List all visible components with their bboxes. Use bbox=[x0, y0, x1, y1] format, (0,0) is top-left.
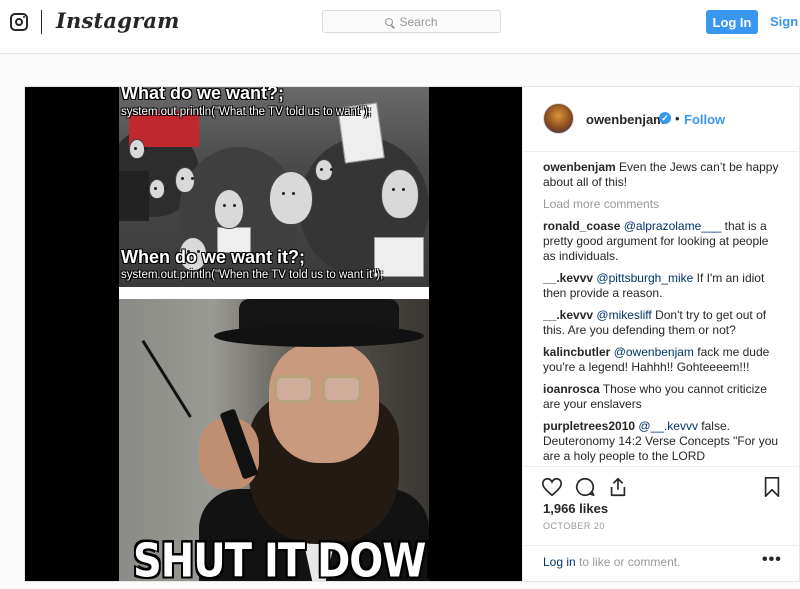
meme-line-1: What do we want?; bbox=[121, 87, 284, 103]
comment-mention[interactable]: @__.kevvv bbox=[638, 419, 698, 433]
meme-line-2: system.out.println("What the TV told us … bbox=[121, 106, 372, 118]
search-input[interactable]: Search bbox=[322, 10, 501, 33]
npc-face bbox=[214, 189, 244, 229]
comment-username[interactable]: __.kevvv bbox=[543, 308, 593, 322]
share-icon[interactable] bbox=[607, 476, 629, 498]
comment-icon[interactable] bbox=[574, 476, 596, 498]
search-placeholder: Search bbox=[399, 14, 438, 29]
meme-protest-panel: What do we want?; system.out.println("Wh… bbox=[119, 87, 429, 287]
npc-face bbox=[315, 159, 333, 181]
glasses-lens bbox=[322, 375, 362, 403]
comment-username[interactable]: ronald_coase bbox=[543, 219, 620, 233]
signup-link[interactable]: Sign bbox=[770, 14, 798, 29]
radio-antenna bbox=[141, 339, 192, 418]
comment-mention[interactable]: @owenbenjam bbox=[614, 345, 694, 359]
comment-item: __.kevvv @mikesliff Don't try to get out… bbox=[543, 308, 783, 338]
load-more-comments[interactable]: Load more comments bbox=[543, 197, 783, 212]
search-icon bbox=[385, 17, 394, 26]
post-media[interactable]: What do we want?; system.out.println("Wh… bbox=[25, 87, 522, 581]
comments-list[interactable]: owenbenjam Even the Jews can’t be happy … bbox=[543, 160, 783, 466]
post-date[interactable]: OCTOBER 20 bbox=[543, 521, 605, 531]
npc-face bbox=[269, 171, 313, 225]
npc-face bbox=[381, 169, 419, 219]
meme-line-3: When do we want it?; bbox=[121, 247, 305, 267]
meme-phone-panel: SHUT IT DOWN bbox=[119, 299, 429, 581]
post-footer: Log in to like or comment. ••• bbox=[523, 545, 800, 581]
comment-username[interactable]: kalincbutler bbox=[543, 345, 610, 359]
post-author-username[interactable]: owenbenjam bbox=[586, 112, 665, 127]
npc-face bbox=[129, 139, 145, 159]
header-divider bbox=[41, 10, 42, 34]
meme-image: What do we want?; system.out.println("Wh… bbox=[119, 87, 429, 581]
login-prompt-text: to like or comment. bbox=[575, 555, 681, 569]
npc-face bbox=[175, 167, 195, 193]
heart-icon[interactable] bbox=[541, 476, 563, 498]
meme-line-4: system.out.println("When the TV told us … bbox=[121, 269, 384, 281]
login-prompt: Log in to like or comment. bbox=[543, 555, 680, 569]
caption: owenbenjam Even the Jews can’t be happy … bbox=[543, 160, 783, 190]
comment-item: ioanrosca Those who you cannot criticize… bbox=[543, 382, 783, 412]
comment-username[interactable]: purpletrees2010 bbox=[543, 419, 635, 433]
npc-face bbox=[149, 179, 165, 199]
meme-bottom-caption: SHUT IT DOWN bbox=[133, 535, 429, 581]
comment-username[interactable]: owenbenjam bbox=[543, 160, 616, 174]
comment-item: kalincbutler @owenbenjam fack me dude yo… bbox=[543, 345, 783, 375]
comment-item: purpletrees2010 @__.kevvv false. Deutero… bbox=[543, 419, 783, 464]
verified-badge-icon: ✓ bbox=[659, 112, 671, 124]
comment-username[interactable]: __.kevvv bbox=[543, 271, 593, 285]
post-actions-bar bbox=[523, 466, 800, 506]
comment-mention[interactable]: @mikesliff bbox=[596, 308, 651, 322]
comment-item: ronald_coase @alprazolame___ that is a p… bbox=[543, 219, 783, 264]
comment-mention[interactable]: @pittsburgh_mike bbox=[596, 271, 693, 285]
bookmark-icon[interactable] bbox=[761, 476, 783, 498]
follow-button[interactable]: Follow bbox=[684, 112, 725, 127]
comment-mention[interactable]: @alprazolame___ bbox=[624, 219, 722, 233]
instagram-wordmark[interactable]: Instagram bbox=[56, 8, 180, 33]
login-button[interactable]: Log In bbox=[706, 10, 758, 34]
face-shape bbox=[269, 343, 379, 463]
avatar[interactable] bbox=[543, 103, 574, 134]
post-header: owenbenjam ✓ • Follow bbox=[523, 87, 800, 152]
top-navigation-bar: Instagram Search Log In Sign bbox=[0, 0, 800, 54]
instagram-glyph-icon[interactable] bbox=[10, 13, 28, 31]
post-card: What do we want?; system.out.println("Wh… bbox=[24, 86, 800, 582]
like-count[interactable]: 1,966 likes bbox=[543, 501, 608, 516]
header-separator: • bbox=[675, 111, 680, 126]
comment-item: __.kevvv @pittsburgh_mike If I'm an idio… bbox=[543, 271, 783, 301]
glasses-lens bbox=[274, 375, 314, 403]
login-link[interactable]: Log in bbox=[543, 555, 576, 569]
comment-username[interactable]: ioanrosca bbox=[543, 382, 600, 396]
hat-brim bbox=[214, 325, 424, 347]
post-side-panel: owenbenjam ✓ • Follow owenbenjam Even th… bbox=[522, 87, 800, 581]
protest-sign bbox=[119, 171, 149, 221]
more-options-icon[interactable]: ••• bbox=[762, 551, 782, 569]
